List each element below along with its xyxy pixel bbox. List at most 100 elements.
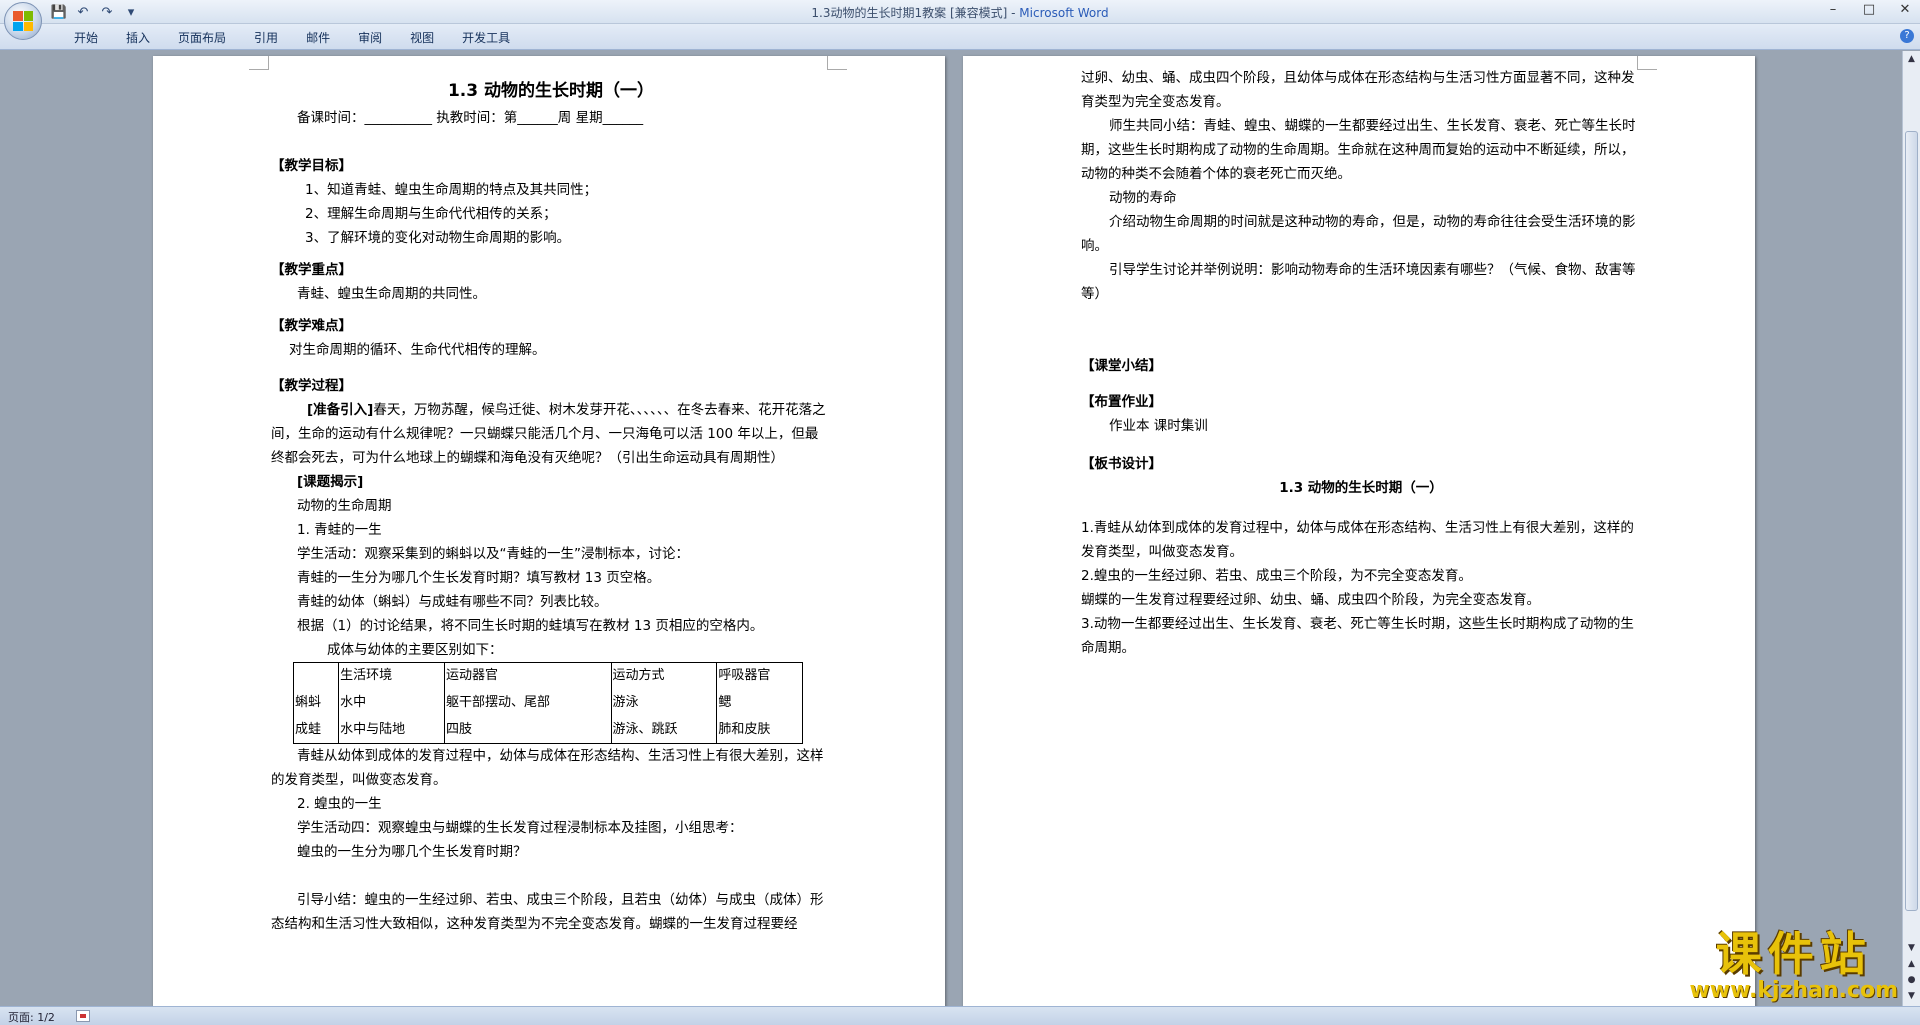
- window-controls: – □ ✕: [1824, 2, 1914, 17]
- watermark-url: www.kjzhan.com: [1689, 978, 1898, 1003]
- intro-paragraph: [准备引入]春天，万物苏醒，候鸟迁徙、树木发芽开花、、、、、、在冬去春来、花开花…: [271, 398, 831, 470]
- document-page-2[interactable]: 过卵、幼虫、蛹、成虫四个阶段，且幼体与成体在形态结构与生活习性方面显著不同，这种…: [963, 56, 1755, 1006]
- table-header-cell: [292, 662, 340, 690]
- help-icon[interactable]: ?: [1900, 29, 1914, 43]
- body-line: 学生活动：观察采集到的蝌蚪以及“青蛙的一生”浸制标本，讨论：: [297, 546, 689, 562]
- comparison-table: 生活环境 运动器官 运动方式 呼吸器官 蝌蚪 水中 躯干部摆动、尾部 游泳 鳃 …: [292, 662, 803, 744]
- tab-developer[interactable]: 开发工具: [448, 29, 524, 46]
- window-title: 1.3动物的生长时期1教案 [兼容模式] - Microsoft Word: [0, 4, 1920, 21]
- body-line: 1. 青蛙的一生: [297, 522, 382, 538]
- discussion-paragraph: 引导学生讨论并举例说明：影响动物寿命的生活环境因素有哪些？（气候、食物、敌害等等…: [1081, 262, 1636, 302]
- next-page-icon[interactable]: ▼: [1903, 988, 1920, 1004]
- after-table-paragraph: 青蛙从幼体到成体的发育过程中，幼体与成体在形态结构、生活习性上有很大差别，这样的…: [271, 748, 824, 788]
- table-header-row: 生活环境 运动器官 运动方式 呼吸器官: [292, 662, 803, 690]
- document-title: 1.3动物的生长时期1教案 [兼容模式]: [811, 6, 1008, 20]
- topic-label: [课题揭示]: [297, 474, 364, 490]
- body-line: 青蛙的一生分为哪几个生长发育时期？填写教材 13 页空格。: [297, 570, 661, 586]
- table-cell: 成蛙: [292, 716, 340, 744]
- table-header-cell: 运动器官: [443, 662, 612, 690]
- app-name: Microsoft Word: [1019, 6, 1109, 20]
- key-point-heading: 【教学重点】: [271, 262, 352, 278]
- office-button[interactable]: [4, 2, 42, 40]
- goal-item: 3、了解环境的变化对动物生命周期的影响。: [305, 230, 571, 246]
- body-line: 蝗虫的一生分为哪几个生长发育时期？: [297, 844, 527, 860]
- homework-heading: 【布置作业】: [1081, 394, 1162, 410]
- office-logo-icon: [13, 11, 33, 31]
- tab-page-layout[interactable]: 页面布局: [164, 29, 240, 46]
- table-header-cell: 呼吸器官: [716, 662, 803, 690]
- ribbon-tabs-bar: 开始 插入 页面布局 引用 邮件 审阅 视图 开发工具 ?: [0, 24, 1920, 50]
- lifespan-paragraph: 介绍动物生命周期的时间就是这种动物的寿命，但是，动物的寿命往往会受生活环境的影响…: [1081, 214, 1636, 254]
- watermark-name: 课件站: [1715, 927, 1872, 981]
- ribbon-tabs: 开始 插入 页面布局 引用 邮件 审阅 视图 开发工具: [60, 29, 524, 46]
- intro-label: [准备引入]: [307, 402, 374, 418]
- table-caption: 成体与幼体的主要区别如下：: [327, 642, 503, 658]
- board-item: 3.动物一生都要经过出生、生长发育、衰老、死亡等生长时期，这些生长时期构成了动物…: [1081, 616, 1634, 656]
- goal-item: 2、理解生命周期与生命代代相传的关系；: [305, 206, 557, 222]
- document-heading: 1.3 动物的生长时期（一）: [447, 81, 655, 101]
- homework-text: 作业本 课时集训: [1109, 418, 1208, 434]
- table-cell: 四肢: [443, 716, 612, 744]
- difficulty-text: 对生命周期的循环、生命代代相传的理解。: [289, 342, 546, 358]
- tab-insert[interactable]: 插入: [112, 29, 164, 46]
- goal-item: 1、知道青蛙、蝗虫生命周期的特点及其共同性；: [305, 182, 598, 198]
- tab-mailings[interactable]: 邮件: [292, 29, 344, 46]
- summary-guide-paragraph: 引导小结：蝗虫的一生经过卵、若虫、成虫三个阶段，且若虫（幼体）与成虫（成体）形态…: [271, 892, 824, 932]
- process-heading: 【教学过程】: [271, 378, 352, 394]
- goals-heading: 【教学目标】: [271, 158, 352, 174]
- tab-review[interactable]: 审阅: [344, 29, 396, 46]
- table-cell: 水中: [338, 689, 445, 717]
- document-page-1[interactable]: 1.3 动物的生长时期（一） 备课时间：__________ 执教时间：第___…: [153, 56, 945, 1006]
- class-summary-heading: 【课堂小结】: [1081, 358, 1162, 374]
- table-header-cell: 生活环境: [338, 662, 445, 690]
- browse-object-icon[interactable]: ●: [1903, 972, 1920, 988]
- schedule-line: 备课时间：__________ 执教时间：第______周 星期______: [297, 110, 644, 126]
- board-item: 蝴蝶的一生发育过程要经过卵、幼虫、蛹、成虫四个阶段，为完全变态发育。: [1081, 592, 1540, 608]
- maximize-icon[interactable]: □: [1860, 2, 1878, 17]
- tab-view[interactable]: 视图: [396, 29, 448, 46]
- teacher-summary-paragraph: 师生共同小结：青蛙、蝗虫、蝴蝶的一生都要经过出生、生长发育、衰老、死亡等生长时期…: [1081, 118, 1636, 182]
- body-line: 学生活动四：观察蝗虫与蝴蝶的生长发育过程浸制标本及挂图，小组思考：: [297, 820, 743, 836]
- board-design-heading: 【板书设计】: [1081, 456, 1162, 472]
- scroll-thumb[interactable]: [1905, 131, 1918, 911]
- previous-page-icon[interactable]: ▲: [1903, 956, 1920, 972]
- margin-corner-mark: [827, 56, 847, 70]
- watermark-logo: 课件站 www.kjzhan.com: [1689, 930, 1898, 1003]
- table-cell: 游泳: [610, 689, 718, 717]
- table-header-cell: 运动方式: [610, 662, 718, 690]
- tab-home[interactable]: 开始: [60, 29, 112, 46]
- continued-paragraph: 过卵、幼虫、蛹、成虫四个阶段，且幼体与成体在形态结构与生活习性方面显著不同，这种…: [1081, 70, 1635, 110]
- table-cell: 水中与陆地: [338, 716, 445, 744]
- table-cell: 游泳、跳跃: [610, 716, 718, 744]
- page-counter[interactable]: 页面: 1/2: [8, 1009, 55, 1025]
- proofing-status-icon[interactable]: [76, 1010, 90, 1022]
- title-bar: 💾 ↶ ↷ ▾ 1.3动物的生长时期1教案 [兼容模式] - Microsoft…: [0, 0, 1920, 40]
- table-cell: 蝌蚪: [292, 689, 340, 717]
- table-cell: 肺和皮肤: [716, 716, 803, 744]
- board-item: 1.青蛙从幼体到成体的发育过程中，幼体与成体在形态结构、生活习性上有很大差别，这…: [1081, 520, 1634, 560]
- scroll-bottom-controls: ▼ ▲ ● ▼: [1903, 940, 1920, 1004]
- tab-references[interactable]: 引用: [240, 29, 292, 46]
- minimize-icon[interactable]: –: [1824, 2, 1842, 17]
- table-row: 成蛙 水中与陆地 四肢 游泳、跳跃 肺和皮肤: [292, 716, 803, 744]
- close-icon[interactable]: ✕: [1896, 2, 1914, 17]
- key-point-text: 青蛙、蝗虫生命周期的共同性。: [297, 286, 486, 302]
- scroll-up-arrow-icon[interactable]: ▲: [1903, 51, 1920, 67]
- board-item: 2.蝗虫的一生经过卵、若虫、成虫三个阶段，为不完全变态发育。: [1081, 568, 1472, 584]
- scroll-down-arrow-icon[interactable]: ▼: [1903, 940, 1920, 956]
- page-1-content: 1.3 动物的生长时期（一） 备课时间：__________ 执教时间：第___…: [271, 76, 831, 936]
- page-2-content: 过卵、幼虫、蛹、成虫四个阶段，且幼体与成体在形态结构与生活习性方面显著不同，这种…: [1081, 66, 1641, 660]
- board-title: 1.3 动物的生长时期（一）: [1279, 480, 1443, 496]
- document-workspace[interactable]: 1.3 动物的生长时期（一） 备课时间：__________ 执教时间：第___…: [0, 51, 1902, 1006]
- body-line: 动物的生命周期: [297, 498, 392, 514]
- table-row: 蝌蚪 水中 躯干部摆动、尾部 游泳 鳃: [292, 689, 803, 717]
- table-cell: 鳃: [716, 689, 803, 717]
- table-cell: 躯干部摆动、尾部: [443, 689, 612, 717]
- body-line: 青蛙的幼体（蝌蚪）与成蛙有哪些不同？列表比较。: [297, 594, 608, 610]
- lifespan-title: 动物的寿命: [1109, 190, 1177, 206]
- difficulty-heading: 【教学难点】: [271, 318, 352, 334]
- body-line: 根据（1）的讨论结果，将不同生长时期的蛙填写在教材 13 页相应的空格内。: [297, 618, 764, 634]
- vertical-scrollbar[interactable]: ▲ ▼ ▲ ● ▼: [1902, 51, 1920, 1006]
- margin-corner-mark: [249, 56, 269, 70]
- status-bar: 页面: 1/2: [0, 1006, 1920, 1025]
